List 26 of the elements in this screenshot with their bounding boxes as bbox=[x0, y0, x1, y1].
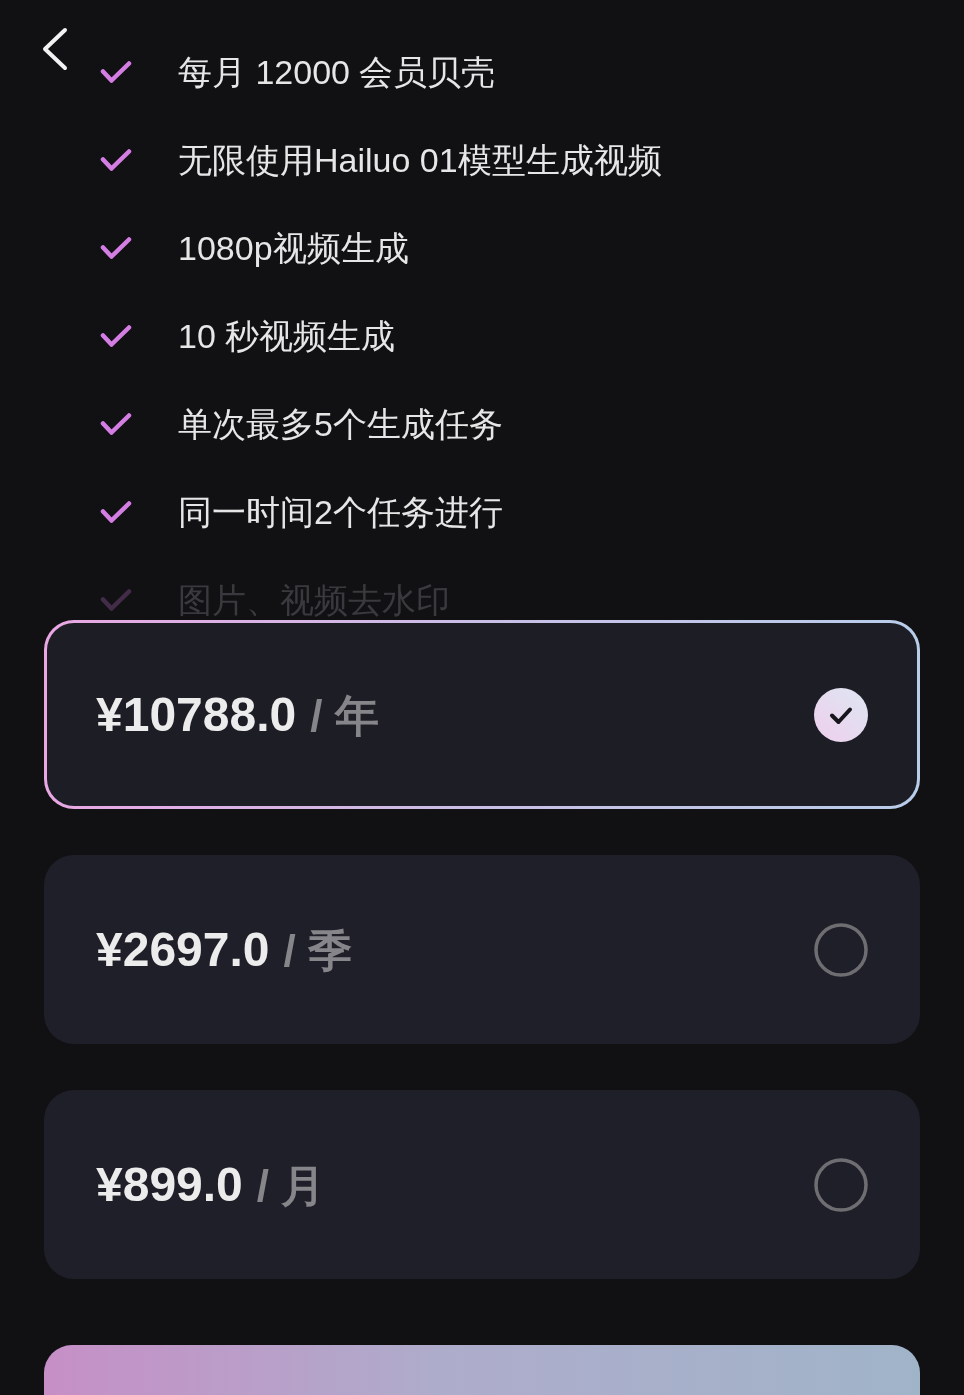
feature-text: 每月 12000 会员贝壳 bbox=[178, 55, 496, 89]
check-icon bbox=[100, 324, 132, 348]
check-icon bbox=[100, 412, 132, 436]
price-text: ¥10788.0 bbox=[96, 686, 297, 743]
period-text: / 月 bbox=[256, 1159, 326, 1212]
radio-icon[interactable] bbox=[814, 1157, 868, 1212]
period-text: / 季 bbox=[283, 924, 352, 977]
back-icon[interactable] bbox=[40, 27, 70, 71]
feature-text: 10 秒视频生成 bbox=[178, 319, 396, 353]
feature-text: 同一时间2个任务进行 bbox=[178, 495, 503, 529]
plan-card[interactable]: ¥899.0 / 月 bbox=[44, 1090, 920, 1279]
check-icon bbox=[100, 60, 132, 84]
check-icon bbox=[100, 236, 132, 260]
feature-text: 无限使用Hailuo 01模型生成视频 bbox=[178, 143, 662, 177]
period-text: / 年 bbox=[310, 689, 379, 742]
check-icon bbox=[100, 148, 132, 172]
price-text: ¥2697.0 bbox=[96, 921, 270, 978]
price-text: ¥899.0 bbox=[96, 1156, 243, 1213]
radio-icon[interactable] bbox=[814, 922, 868, 977]
feature-text: 单次最多5个生成任务 bbox=[178, 407, 503, 441]
check-icon bbox=[100, 588, 132, 612]
feature-text: 1080p视频生成 bbox=[178, 231, 409, 265]
plan-card[interactable]: ¥2697.0 / 季 bbox=[44, 855, 920, 1044]
radio-icon[interactable] bbox=[814, 687, 868, 742]
check-icon bbox=[100, 500, 132, 524]
plan-card[interactable]: ¥10788.0 / 年 bbox=[44, 620, 920, 809]
